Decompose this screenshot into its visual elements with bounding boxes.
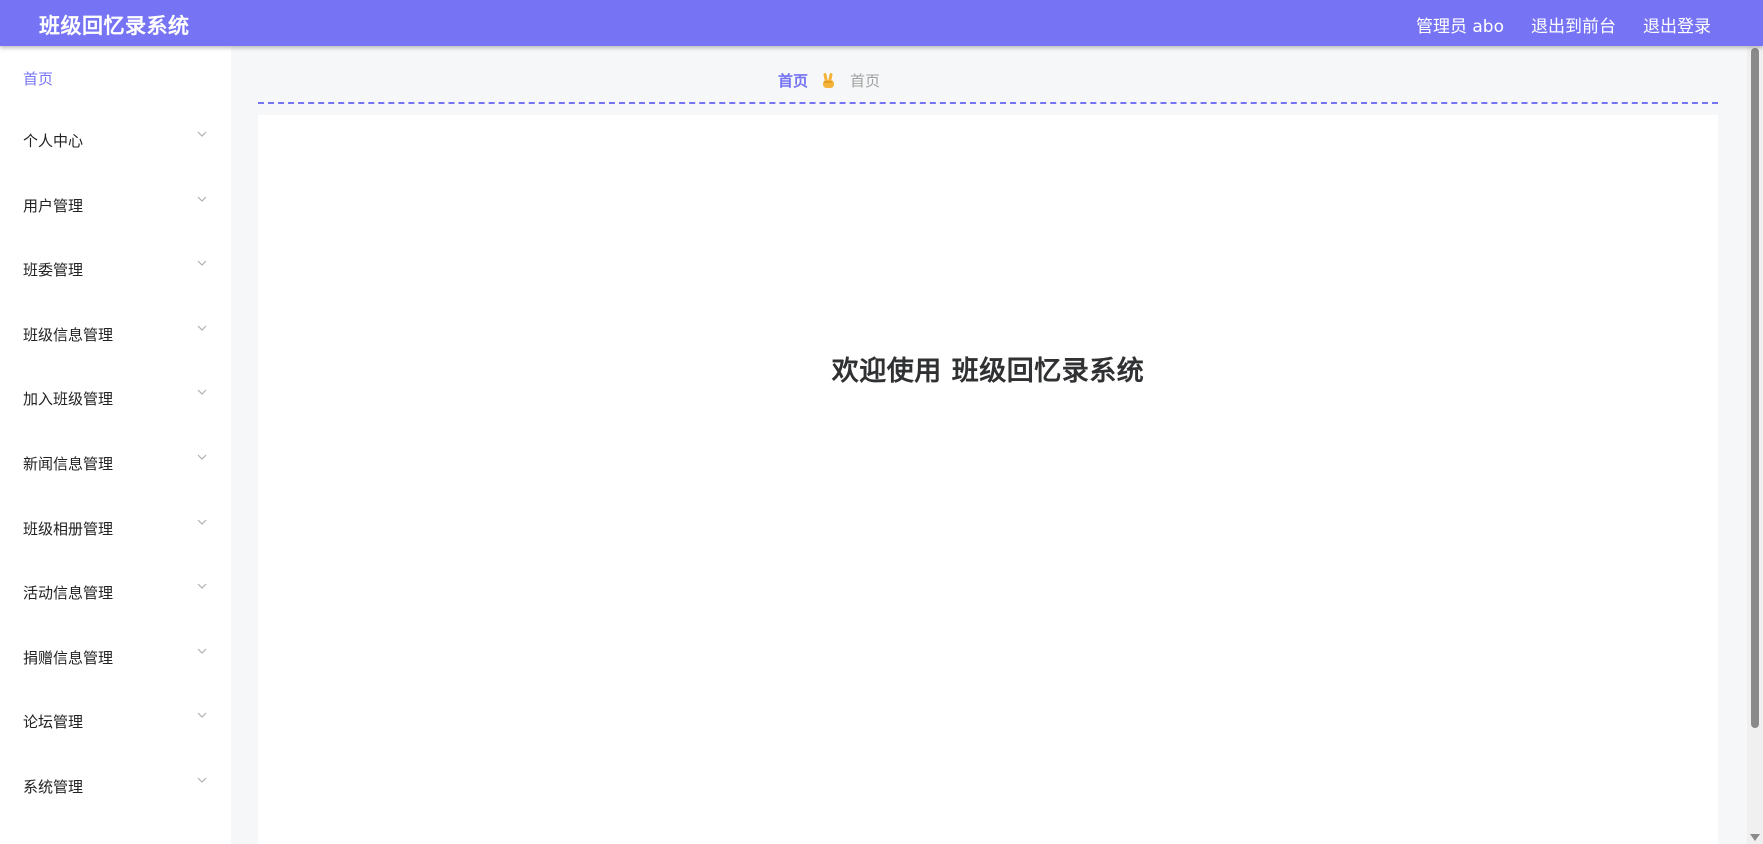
logout-button[interactable]: 退出登录 [1643,12,1711,37]
sidebar-item-home[interactable]: 首页 [23,68,53,89]
divider [258,102,1718,104]
sidebar-item-label: 活动信息管理 [23,584,114,603]
sidebar-item-committee[interactable]: 班委管理 [0,260,231,326]
chevron-down-icon [197,519,207,525]
sidebar-menu: 个人中心 用户管理 班委管理 班级信息管理 加入班级管理 新闻信息管理 班级相册… [0,131,231,843]
sidebar-item-profile[interactable]: 个人中心 [0,131,231,197]
breadcrumb-current: 首页 [850,72,881,90]
scrollbar-thumb[interactable] [1751,48,1759,728]
breadcrumb: 首页 首页 [778,70,880,91]
sidebar-item-label: 加入班级管理 [23,390,114,409]
page-scrollbar[interactable] [1747,46,1763,844]
sidebar-item-donation[interactable]: 捐赠信息管理 [0,648,231,714]
app-title: 班级回忆录系统 [39,14,190,38]
top-bar: 班级回忆录系统 管理员 abo 退出到前台 退出登录 [0,0,1763,46]
sidebar-item-label: 新闻信息管理 [23,454,114,473]
chevron-down-icon [197,583,207,590]
sidebar-item-users[interactable]: 用户管理 [0,196,231,262]
sidebar-item-class-info[interactable]: 班级信息管理 [0,325,231,391]
sidebar-item-label: 捐赠信息管理 [23,648,114,667]
breadcrumb-home-link[interactable]: 首页 [778,70,808,91]
top-actions: 管理员 abo 退出到前台 退出登录 [1416,12,1711,37]
chevron-down-icon [197,260,207,267]
sidebar-item-news[interactable]: 新闻信息管理 [0,454,231,520]
admin-user-link[interactable]: 管理员 abo [1416,12,1504,37]
sidebar-item-album[interactable]: 班级相册管理 [0,519,231,585]
welcome-message: 欢迎使用 班级回忆录系统 [831,356,1145,387]
chevron-down-icon [197,648,207,654]
sidebar-item-join-class[interactable]: 加入班级管理 [0,389,231,455]
sidebar-item-label: 班委管理 [23,261,84,280]
sidebar-item-label: 用户管理 [23,196,84,215]
sidebar-item-label: 个人中心 [23,132,84,150]
exit-to-front-button[interactable]: 退出到前台 [1531,12,1616,37]
chevron-down-icon [197,131,207,137]
chevron-down-icon [197,389,207,396]
sidebar-item-label: 系统管理 [23,777,84,796]
main-content: 欢迎使用 班级回忆录系统 [258,115,1718,844]
scroll-down-arrow-icon[interactable] [1750,834,1760,841]
sidebar: 首页 个人中心 用户管理 班委管理 班级信息管理 加入班级管理 新闻信息管理 班… [0,46,231,844]
sidebar-item-label: 班级信息管理 [23,325,114,344]
chevron-down-icon [197,454,207,460]
chevron-down-icon [197,777,207,783]
victory-hand-icon [823,72,835,88]
chevron-down-icon [197,325,207,331]
sidebar-item-label: 论坛管理 [23,713,84,732]
sidebar-item-activity[interactable]: 活动信息管理 [0,583,231,649]
chevron-down-icon [197,712,207,719]
sidebar-item-label: 班级相册管理 [23,519,114,538]
sidebar-item-forum[interactable]: 论坛管理 [0,712,231,778]
chevron-down-icon [197,196,207,202]
sidebar-item-system[interactable]: 系统管理 [0,777,231,843]
